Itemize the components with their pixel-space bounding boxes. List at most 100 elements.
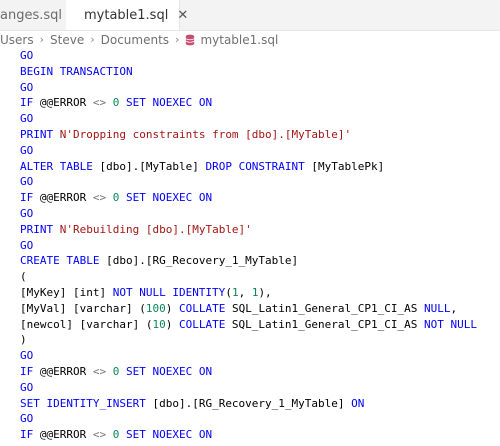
code-line[interactable]: [MyVal] [varchar] (100) COLLATE SQL_Lati… [20,301,457,317]
code-token: <> [92,365,107,378]
code-token: CREATE TABLE [20,254,100,268]
code-token: COLLATE [178,317,226,331]
code-line[interactable]: IF @@ERROR <> 0 SET NOEXEC ON [20,364,212,380]
code-token: 100 [145,301,166,315]
code-line[interactable]: GO [20,80,33,96]
breadcrumb-item-users[interactable]: Users [0,33,34,47]
code-token: NULL [424,301,451,315]
code-token: [MyKey] [int] [20,286,113,299]
code-token: GO [20,207,34,220]
database-icon [186,34,195,45]
tab-label: anges.sql [0,7,62,23]
code-token: [dbo].[RG_Recovery_1_MyTable] [145,396,352,410]
code-line[interactable]: GO [20,380,33,396]
code-line[interactable]: GO [20,48,33,64]
code-line[interactable]: GO [20,174,33,190]
code-token: SET NOEXEC ON [125,191,213,205]
code-editor[interactable]: GO BEGIN TRANSACTION GO IF @@ERROR <> 0 SET… [0,48,500,446]
code-line[interactable]: SET IDENTITY_INSERT [dbo].[RG_Recovery_1… [20,396,364,412]
code-line[interactable]: ( [20,269,27,285]
code-token: ) [165,317,179,331]
code-token: GO [20,412,34,426]
tab-bar: anges.sql mytable1.sql ✕ [0,0,500,31]
breadcrumb-item-documents[interactable]: Documents [101,33,169,47]
code-token: SQL_Latin1_General_CP1_CI_AS [225,301,425,315]
code-token: , [238,286,252,299]
code-line[interactable]: [MyKey] [int] NOT NULL IDENTITY(1, 1), [20,285,272,301]
code-token: GO [20,80,34,94]
code-token: <> [92,191,107,205]
code-token: PRINT [20,128,54,141]
code-token: SET NOEXEC ON [125,428,213,442]
code-token: PRINT [20,222,54,236]
code-token: [newcol] [varchar] ( [20,317,153,331]
code-token: N'Rebuilding [dbo].[MyTable]' [59,222,252,236]
code-token: IF [20,191,34,205]
code-line[interactable]: CREATE TABLE [dbo].[RG_Recovery_1_MyTabl… [20,253,298,269]
code-token: IF [20,365,34,378]
code-token: [MyVal] [varchar] ( [20,301,146,315]
code-token: ( [225,286,232,299]
code-line[interactable]: GO [20,238,33,254]
close-icon[interactable]: ✕ [177,8,188,23]
code-token: GO [20,143,34,157]
code-token: NOT NULL IDENTITY [112,286,226,299]
breadcrumb: Users › Steve › Documents › mytable1.sql [0,30,500,49]
code-token: 10 [152,317,166,331]
code-token: ) [20,333,27,347]
breadcrumb-file-label: mytable1.sql [200,32,279,47]
code-token: IF [20,428,34,442]
code-token: @@ERROR [33,191,93,205]
code-line[interactable]: GO [20,348,33,364]
code-line[interactable]: PRINT N'Dropping constraints from [dbo].… [20,127,351,143]
code-token: ( [20,270,27,284]
code-line[interactable]: ALTER TABLE [dbo].[MyTable] DROP CONSTRA… [20,159,384,175]
code-token: [dbo].[MyTable] [92,159,206,173]
breadcrumb-item-file[interactable]: mytable1.sql [185,33,278,47]
code-token: SET NOEXEC ON [125,96,213,110]
code-line[interactable]: GO [20,411,33,427]
code-token: GO [20,349,34,363]
code-token: @@ERROR [33,428,93,442]
code-token: COLLATE [178,301,226,315]
code-token: GO [20,380,34,394]
code-token: NOT NULL [424,317,477,331]
code-line[interactable]: ) [20,332,27,348]
code-line[interactable]: [newcol] [varchar] (10) COLLATE SQL_Lati… [20,317,477,333]
tab-changes-sql[interactable]: anges.sql [0,0,66,30]
breadcrumb-item-steve[interactable]: Steve [50,33,84,47]
code-line[interactable]: IF @@ERROR <> 0 SET NOEXEC ON [20,95,212,111]
code-token: [dbo].[RG_Recovery_1_MyTable] [99,254,299,268]
code-token: SET NOEXEC ON [125,365,213,378]
code-token: , [450,301,458,315]
code-line[interactable]: GO [20,206,33,222]
code-token: <> [92,96,107,110]
code-token: <> [92,428,107,442]
code-token: GO [20,49,34,62]
code-line[interactable]: IF @@ERROR <> 0 SET NOEXEC ON [20,190,212,206]
code-token: DROP CONSTRAINT [205,159,305,173]
tab-label: mytable1.sql [84,7,169,23]
code-token: ) [165,301,179,315]
code-token: [MyTablePk] [304,159,385,173]
chevron-right-icon: › [175,33,180,46]
code-token: ALTER TABLE [20,159,93,173]
code-line[interactable]: PRINT N'Rebuilding [dbo].[MyTable]' [20,222,252,238]
code-line[interactable]: GO [20,143,33,159]
code-token: GO [20,175,34,189]
code-token: BEGIN TRANSACTION [20,64,133,78]
code-line[interactable]: GO [20,111,33,127]
chevron-right-icon: › [90,33,95,46]
code-line[interactable]: IF @@ERROR <> 0 SET NOEXEC ON [20,427,212,443]
code-token: 1 [231,286,239,299]
code-token: @@ERROR [33,365,93,378]
tab-mytable1-sql[interactable]: mytable1.sql ✕ [66,0,188,30]
code-line[interactable]: BEGIN TRANSACTION [20,64,133,80]
